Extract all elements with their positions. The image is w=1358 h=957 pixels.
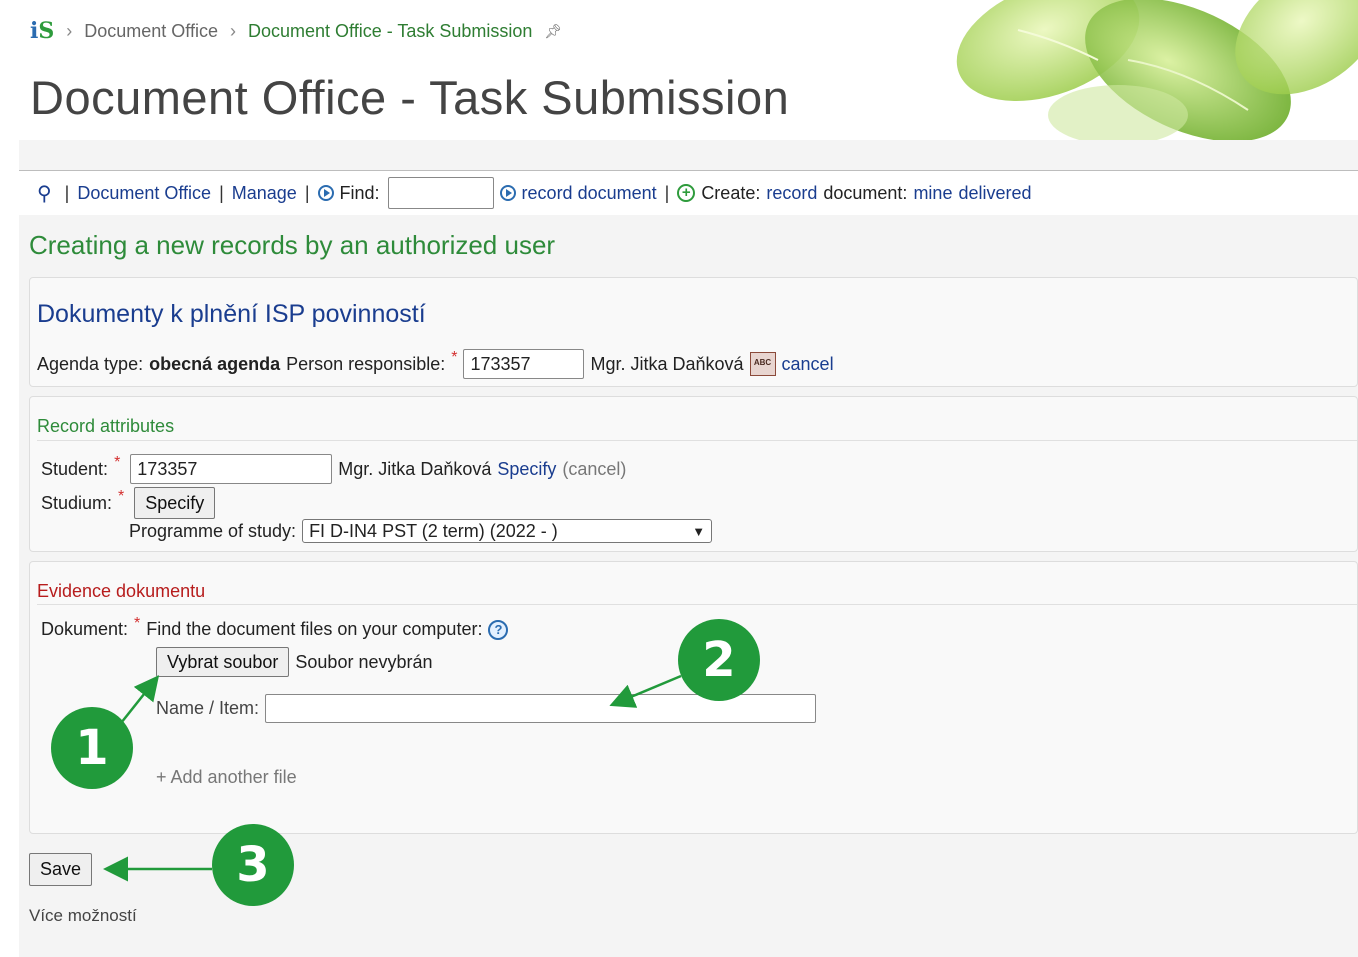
step-marker-1: 1 [51, 707, 133, 789]
step-marker-2: 2 [678, 619, 760, 701]
annotation-arrows [103, 674, 682, 882]
step-marker-3: 3 [212, 824, 294, 906]
